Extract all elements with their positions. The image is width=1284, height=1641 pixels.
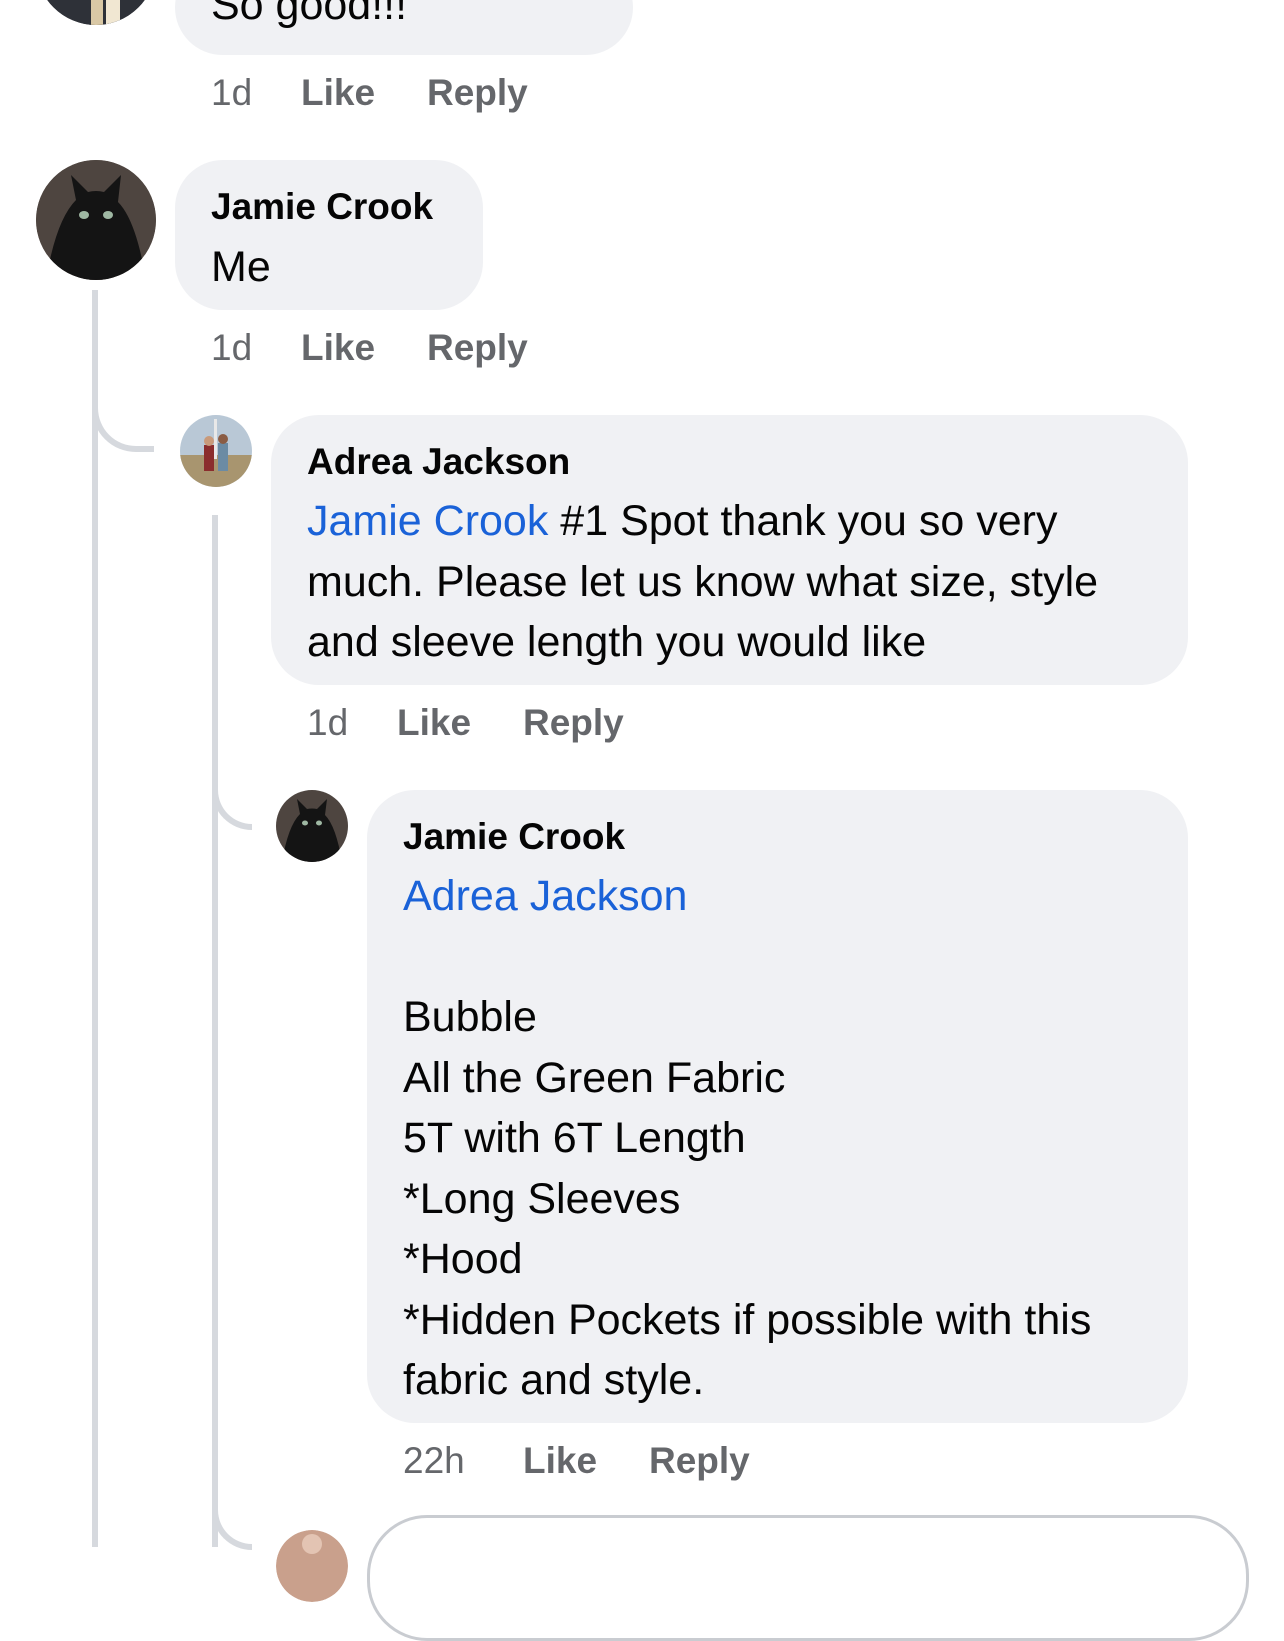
comment-line: Bubble bbox=[403, 993, 537, 1041]
timestamp: 22h bbox=[403, 1440, 465, 1481]
comment-text: Adrea Jackson Bubble All the Green Fabri… bbox=[403, 866, 1091, 1411]
like-button[interactable]: Like bbox=[301, 72, 375, 114]
comment-line: *Hood bbox=[403, 1235, 523, 1283]
thread-line-nested bbox=[212, 515, 218, 1547]
comment-line: much. Please let us know what size, styl… bbox=[307, 557, 1099, 606]
timestamp: 1d bbox=[211, 72, 253, 113]
like-button[interactable]: Like bbox=[523, 1440, 597, 1482]
comment-actions: 1d Like Reply bbox=[307, 702, 707, 747]
comment-actions: 1d Like Reply bbox=[211, 327, 611, 372]
comment-line: and sleeve length you would like bbox=[307, 618, 927, 666]
comment-line: *Hidden Pockets if possible with this bbox=[403, 1295, 1092, 1344]
thread-line-main bbox=[92, 290, 98, 1547]
avatar-jamie-crook[interactable] bbox=[36, 160, 156, 280]
reply-button[interactable]: Reply bbox=[649, 1440, 750, 1482]
comment-line bbox=[403, 927, 1091, 988]
comment-line: *Long Sleeves bbox=[403, 1174, 681, 1223]
thread-curve-3 bbox=[212, 1480, 252, 1550]
comment-author[interactable]: Jamie Crook bbox=[211, 186, 433, 228]
comment-line: Jamie Crook #1 Spot thank you so very bbox=[307, 491, 1098, 552]
comment-text: Jamie Crook #1 Spot thank you so very mu… bbox=[307, 491, 1098, 673]
avatar bbox=[276, 1530, 348, 1602]
mention-link[interactable]: Adrea Jackson bbox=[403, 866, 1091, 927]
avatar-jamie-crook[interactable] bbox=[276, 790, 348, 862]
comment-line: All the Green Fabric bbox=[403, 1053, 786, 1102]
thread-curve-2 bbox=[212, 760, 252, 830]
comment-actions: 1d Like Reply bbox=[211, 72, 611, 117]
comment-actions: 22h Like Reply bbox=[403, 1440, 803, 1485]
comment-line: fabric and style. bbox=[403, 1356, 705, 1404]
mention-link[interactable]: Jamie Crook bbox=[307, 497, 548, 545]
comment-text: Me bbox=[211, 243, 271, 291]
comment-line: 5T with 6T Length bbox=[403, 1114, 746, 1162]
reply-button[interactable]: Reply bbox=[427, 327, 528, 369]
comment-author[interactable]: Adrea Jackson bbox=[307, 441, 570, 483]
avatar[interactable] bbox=[36, 0, 156, 25]
like-button[interactable]: Like bbox=[301, 327, 375, 369]
comment-author[interactable]: Jamie Crook bbox=[403, 816, 625, 858]
reply-button[interactable]: Reply bbox=[427, 72, 528, 114]
timestamp: 1d bbox=[211, 327, 253, 368]
reply-button[interactable]: Reply bbox=[523, 702, 624, 744]
reply-input[interactable] bbox=[367, 1515, 1249, 1641]
comment-line-text: #1 Spot thank you so very bbox=[548, 497, 1058, 545]
thread-curve-1 bbox=[92, 380, 154, 452]
avatar-adrea-jackson[interactable] bbox=[180, 415, 252, 487]
comment-text: So good!!! bbox=[211, 0, 408, 29]
timestamp: 1d bbox=[307, 702, 349, 743]
like-button[interactable]: Like bbox=[397, 702, 471, 744]
